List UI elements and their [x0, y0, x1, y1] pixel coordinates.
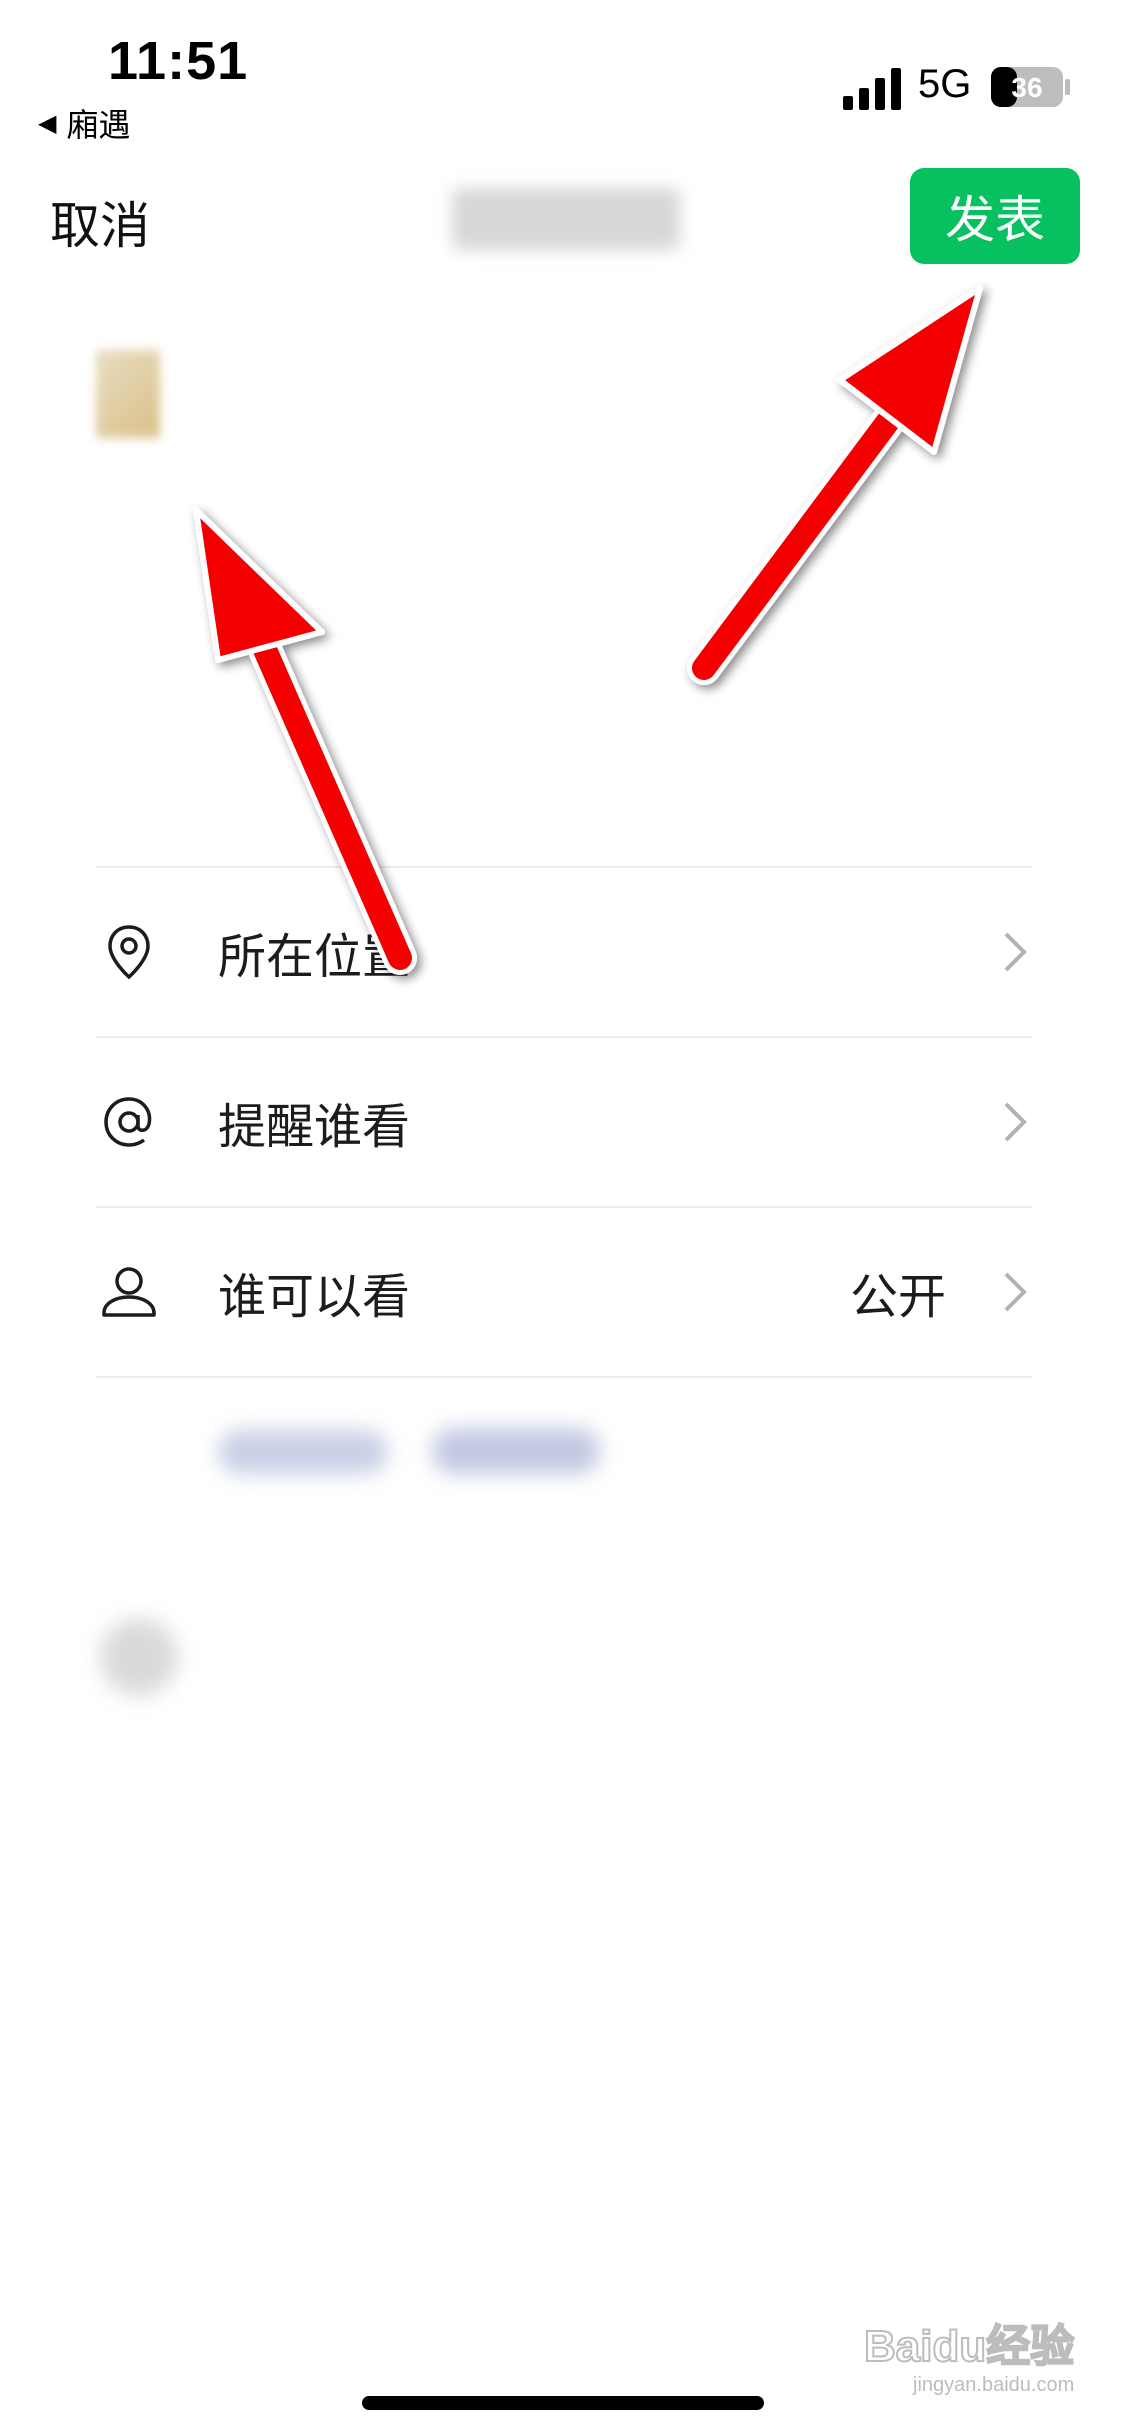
back-to-app-link[interactable]: ◀ 廂遇 [38, 100, 130, 146]
status-bar: 11:51 ◀ 廂遇 5G 36 [0, 0, 1125, 150]
option-label: 所在位置 [218, 929, 411, 985]
battery-icon: 36 [991, 67, 1070, 107]
blurred-link-2[interactable] [432, 1428, 600, 1474]
status-time: 11:51 [108, 31, 249, 91]
attached-image-thumbnail[interactable] [96, 350, 160, 438]
option-row-mention[interactable]: 提醒谁看 [96, 1036, 1032, 1206]
nav-title-blurred [452, 188, 680, 250]
chevron-right-icon [1004, 932, 1027, 972]
option-label: 提醒谁看 [218, 1099, 411, 1155]
red-arrow-right [687, 285, 983, 685]
network-type: 5G [918, 62, 972, 106]
post-options-list: 所在位置 提醒谁看 谁可以看 公开 [96, 866, 1032, 1378]
at-sign-icon [104, 1097, 152, 1147]
cancel-button[interactable]: 取消 [50, 186, 150, 258]
location-pin-icon [108, 925, 150, 980]
option-row-visibility[interactable]: 谁可以看 公开 [96, 1206, 1032, 1378]
home-indicator[interactable] [362, 2396, 764, 2410]
visibility-value: 公开 [849, 1269, 946, 1325]
option-row-location[interactable]: 所在位置 [96, 866, 1032, 1036]
option-label: 谁可以看 [218, 1269, 411, 1325]
back-triangle-icon: ◀ [38, 109, 57, 137]
chevron-right-icon [1004, 1272, 1027, 1312]
back-app-label: 廂遇 [66, 106, 131, 144]
blurred-link-1[interactable] [218, 1430, 388, 1474]
person-icon [102, 1267, 156, 1317]
publish-button[interactable]: 发表 [910, 168, 1080, 264]
battery-level: 36 [1011, 72, 1042, 103]
cellular-signal-icon [843, 68, 901, 110]
chevron-right-icon [1004, 1102, 1027, 1142]
blurred-round-icon[interactable] [100, 1618, 178, 1696]
baidu-watermark-logo: Baidu经验 jingyan.baidu.com [863, 2321, 1075, 2396]
